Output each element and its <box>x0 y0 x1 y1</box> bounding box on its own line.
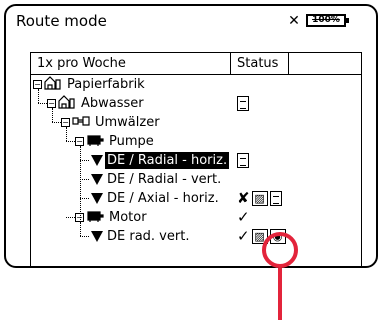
spectrum-icon[interactable]: ▨ <box>251 191 268 206</box>
measurement-point-icon <box>91 174 103 185</box>
title-bar: Route mode ✕ 100% <box>6 6 376 34</box>
collapse-toggle-icon[interactable]: − <box>47 99 56 108</box>
tree-node-label: Papierfabrik <box>67 77 145 92</box>
tree-connector <box>80 160 89 161</box>
status-cell <box>237 152 249 169</box>
tree-connector <box>38 103 47 104</box>
tree-node-label: DE / Axial - horiz. <box>107 191 219 206</box>
tree-connector <box>52 122 61 123</box>
tree-connector <box>80 222 81 236</box>
tree-node[interactable]: − Motor <box>75 208 149 227</box>
tree-node-label: Pumpe <box>109 134 154 149</box>
tree-connector <box>80 179 89 180</box>
tree-node-label: Motor <box>109 210 147 225</box>
tree-connector <box>38 89 39 103</box>
callout-circle <box>262 232 298 268</box>
status-cell: ✓ <box>237 209 250 226</box>
measurement-point-icon <box>91 193 103 204</box>
tree-node-label: DE / Radial - vert. <box>107 172 222 187</box>
tree-row[interactable]: − Abwasser <box>31 94 361 113</box>
column-header-route[interactable]: 1x pro Woche <box>31 53 231 75</box>
battery-icon: 100% <box>306 14 349 27</box>
tree-node-label: Abwasser <box>81 96 144 111</box>
tree-node[interactable]: − Umwälzer <box>61 113 162 132</box>
collapse-toggle-icon[interactable]: − <box>33 80 42 89</box>
bluetooth-off-icon: ✕ <box>288 13 300 29</box>
tree-connector <box>80 198 89 199</box>
tree-connector <box>66 217 75 218</box>
measurement-point-icon <box>91 231 103 242</box>
factory-icon <box>44 75 62 94</box>
checkmark-icon[interactable]: ✓ <box>237 228 250 245</box>
collapse-toggle-icon[interactable]: − <box>75 137 84 146</box>
tree-node-label: Umwälzer <box>95 115 160 130</box>
tree-node-label: DE rad. vert. <box>107 229 190 244</box>
tree-node[interactable]: DE rad. vert. <box>89 227 191 246</box>
tree-connector <box>66 141 75 142</box>
table-header: 1x pro Woche Status <box>31 53 361 75</box>
tree-connector <box>80 236 89 237</box>
column-header-status[interactable]: Status <box>231 53 289 75</box>
document-icon[interactable] <box>269 191 282 206</box>
tree-node[interactable]: − Papierfabrik <box>33 75 147 94</box>
window-title: Route mode <box>16 12 107 30</box>
route-tree-table: 1x pro Woche Status − Papierfabrik − Abwass… <box>30 52 362 266</box>
collapse-toggle-icon[interactable]: − <box>61 118 70 127</box>
skipped-icon[interactable]: ✘ <box>237 190 250 207</box>
document-icon[interactable] <box>237 153 249 168</box>
tree-node[interactable]: DE / Radial - horiz. <box>89 151 230 170</box>
checkmark-icon[interactable]: ✓ <box>237 209 250 226</box>
factory-icon <box>58 94 76 113</box>
status-cell: ✘ ▨ <box>237 190 282 207</box>
tree-node[interactable]: − Abwasser <box>47 94 146 113</box>
machine-icon <box>72 113 90 132</box>
tree-node[interactable]: DE / Axial - horiz. <box>89 189 221 208</box>
tree-node[interactable]: − Pumpe <box>75 132 156 151</box>
motor-icon <box>86 208 104 227</box>
tree-node[interactable]: DE / Radial - vert. <box>89 170 223 189</box>
status-cell <box>237 95 249 112</box>
callout-pointer <box>278 268 282 320</box>
tree-connector <box>52 108 53 122</box>
tree-node-label: DE / Radial - horiz. <box>105 152 230 169</box>
measurement-point-icon <box>91 155 103 166</box>
device-screen: Route mode ✕ 100% 1x pro Woche Status − P… <box>4 4 378 268</box>
document-icon[interactable] <box>237 96 249 111</box>
tree-connector <box>66 127 67 141</box>
tree-row[interactable]: − Papierfabrik <box>31 75 361 94</box>
tree-connector <box>80 146 81 160</box>
pump-icon <box>86 132 104 151</box>
tree-row[interactable]: − Umwälzer <box>31 113 361 132</box>
